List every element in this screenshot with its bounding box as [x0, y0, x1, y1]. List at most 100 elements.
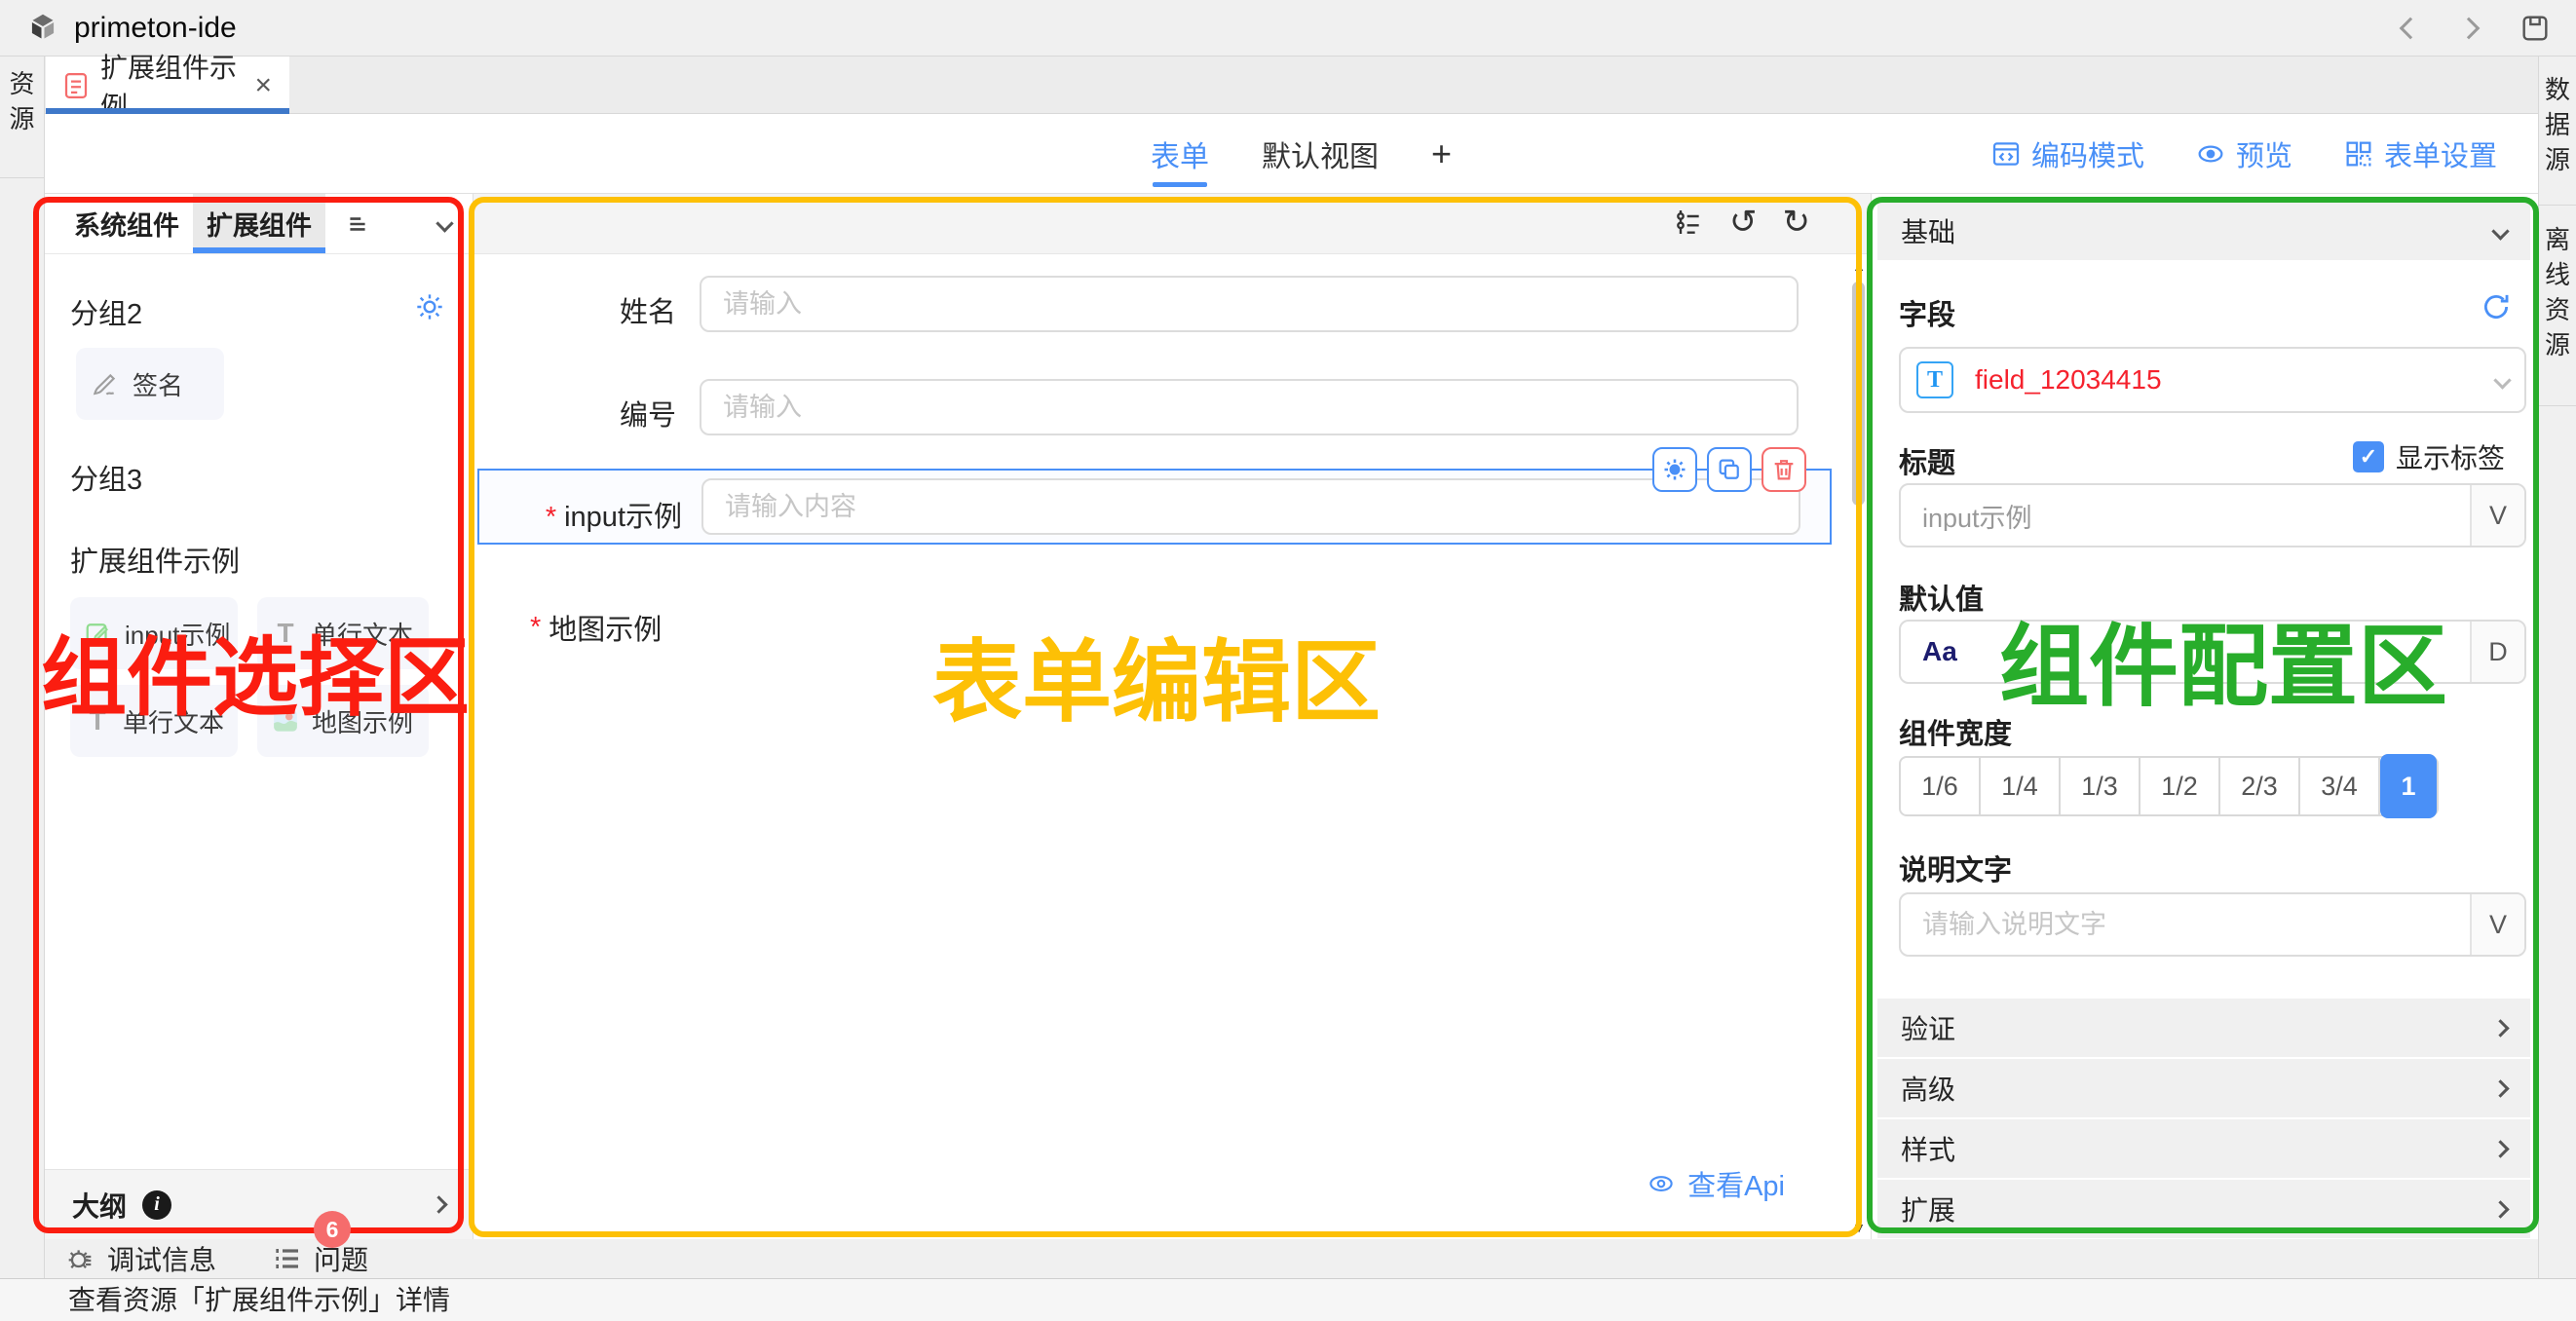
variable-suffix-button[interactable]: V: [2470, 485, 2524, 546]
default-value-input-group[interactable]: Aa D: [1899, 620, 2526, 684]
bug-icon: [64, 1243, 95, 1274]
component-item-input-example[interactable]: input示例: [70, 597, 238, 669]
form-settings-button[interactable]: 表单设置: [2343, 133, 2497, 174]
redo-icon[interactable]: ↻: [1783, 206, 1811, 239]
vertical-scrollbar[interactable]: ▲ ▼: [1850, 258, 1868, 1235]
eye-icon: [1647, 1169, 1676, 1198]
config-panel: 基础 字段 T field_12034415 标题 ✓ 显示标签 V 默认值 A…: [1871, 194, 2538, 1239]
checkbox-checked-icon[interactable]: ✓: [2353, 441, 2384, 472]
default-value-input[interactable]: [1957, 637, 2470, 667]
preview-button[interactable]: 预览: [2195, 133, 2292, 174]
chevron-right-icon: [2491, 1140, 2509, 1157]
component-width-segmented: 1/6 1/4 1/3 1/2 2/3 3/4 1: [1899, 756, 2439, 816]
problems-button[interactable]: 问题: [271, 1239, 368, 1278]
group-gear-icon[interactable]: [414, 291, 445, 322]
component-item-single-line-text[interactable]: T 单行文本: [257, 597, 429, 669]
width-option[interactable]: 2/3: [2220, 758, 2300, 814]
tab-default-view[interactable]: 默认视图: [1262, 114, 1379, 193]
file-tab-label: 扩展组件示例: [100, 47, 237, 125]
nav-back-icon[interactable]: [2400, 17, 2422, 39]
scroll-down-icon[interactable]: ▼: [1850, 1220, 1868, 1235]
sidebar-item-resources[interactable]: 资源: [6, 66, 39, 136]
component-delete-button[interactable]: [1762, 447, 1806, 492]
component-item-signature[interactable]: 签名: [76, 348, 224, 420]
component-item-map-example[interactable]: 地图示例: [257, 685, 429, 757]
sidebar-item-offline-resources[interactable]: 离线资源: [2541, 222, 2574, 362]
width-option[interactable]: 1/6: [1901, 758, 1981, 814]
list-menu-icon[interactable]: [345, 211, 370, 237]
title-bar: primeton-ide: [0, 0, 2576, 57]
title-section-label: 标题: [1899, 440, 1955, 481]
width-option[interactable]: 1/2: [2140, 758, 2220, 814]
tab-form[interactable]: 表单: [1151, 114, 1209, 193]
eye-icon: [2195, 138, 2226, 170]
number-input[interactable]: [701, 393, 1797, 423]
name-field[interactable]: [700, 276, 1799, 332]
component-item-single-line-text[interactable]: T 单行文本: [70, 685, 238, 757]
refresh-icon[interactable]: [2480, 290, 2513, 323]
name-input[interactable]: [701, 289, 1797, 320]
description-input-group[interactable]: V: [1899, 892, 2526, 957]
undo-icon[interactable]: ↺: [1729, 206, 1758, 239]
tab-extension-components[interactable]: 扩展组件: [193, 194, 325, 253]
sidebar-item-data-source[interactable]: 数据源: [2541, 72, 2574, 177]
string-type-icon: Aa: [1901, 636, 1957, 667]
selected-component-input-example[interactable]: *input示例: [477, 469, 1832, 545]
chevron-right-icon[interactable]: [430, 1195, 447, 1213]
group-title: 扩展组件示例: [70, 539, 240, 580]
left-rail: 资源: [0, 57, 45, 1278]
width-option[interactable]: 3/4: [2300, 758, 2380, 814]
outline-tree-icon[interactable]: [1673, 207, 1704, 238]
nav-forward-icon[interactable]: [2458, 17, 2481, 39]
input-example-field[interactable]: [701, 478, 1800, 535]
save-icon[interactable]: [2519, 13, 2551, 44]
input-example-input[interactable]: [703, 492, 1799, 522]
close-icon[interactable]: ×: [254, 71, 272, 100]
show-label-checkbox-row[interactable]: ✓ 显示标签: [2353, 437, 2505, 476]
section-extension[interactable]: 扩展: [1877, 1180, 2530, 1238]
scrollbar-thumb[interactable]: [1852, 282, 1865, 506]
scroll-up-icon[interactable]: ▲: [1850, 258, 1868, 274]
width-option[interactable]: 1/3: [2061, 758, 2140, 814]
info-icon: i: [142, 1190, 171, 1220]
width-option[interactable]: 1/4: [1981, 758, 2061, 814]
list-icon: [271, 1243, 302, 1274]
section-advanced[interactable]: 高级: [1877, 1059, 2530, 1117]
outline-footer[interactable]: 大纲 i: [45, 1169, 473, 1239]
description-input[interactable]: [1901, 910, 2470, 940]
form-editor-canvas: ↺ ↻ 姓名 编号 *input示例: [474, 194, 1871, 1239]
dynamic-suffix-button[interactable]: D: [2470, 622, 2524, 682]
tab-system-components[interactable]: 系统组件: [60, 194, 193, 253]
variable-suffix-button[interactable]: V: [2470, 894, 2524, 955]
field-select-value: field_12034415: [1975, 364, 2162, 396]
field-label: *地图示例: [530, 607, 662, 648]
view-api-link[interactable]: 查看Api: [1647, 1163, 1785, 1204]
chevron-right-icon: [2491, 1079, 2509, 1097]
title-input[interactable]: [1901, 501, 2470, 531]
component-settings-button[interactable]: [1652, 447, 1697, 492]
component-copy-button[interactable]: [1707, 447, 1752, 492]
code-window-icon: [1990, 138, 2022, 170]
chevron-down-icon: [2491, 222, 2509, 240]
section-style[interactable]: 样式: [1877, 1119, 2530, 1178]
trash-icon: [1770, 456, 1798, 483]
field-section-label: 字段: [1899, 292, 1955, 333]
width-option-selected[interactable]: 1: [2380, 754, 2437, 818]
add-view-button[interactable]: +: [1431, 114, 1452, 193]
section-basic[interactable]: 基础: [1877, 202, 2530, 260]
debug-info-button[interactable]: 调试信息: [64, 1239, 216, 1278]
map-icon: [271, 706, 300, 736]
number-field[interactable]: [700, 379, 1799, 435]
app-title: primeton-ide: [74, 12, 237, 45]
section-validation[interactable]: 验证: [1877, 999, 2530, 1057]
editor-toolbar: 表单 默认视图 + 编码模式 预览 表单设置: [45, 114, 2538, 194]
collapse-panel-icon[interactable]: [436, 214, 453, 232]
tab-extension-component-example[interactable]: 扩展组件示例 ×: [46, 57, 289, 114]
right-rail: 数据源 离线资源: [2538, 57, 2576, 1278]
edit-square-icon: [84, 619, 113, 648]
group-title: 分组2: [70, 291, 142, 332]
field-select[interactable]: T field_12034415: [1899, 347, 2526, 413]
bottom-toolbar: 调试信息 问题: [45, 1239, 2576, 1278]
code-mode-button[interactable]: 编码模式: [1990, 133, 2144, 174]
title-input-group[interactable]: V: [1899, 483, 2526, 547]
